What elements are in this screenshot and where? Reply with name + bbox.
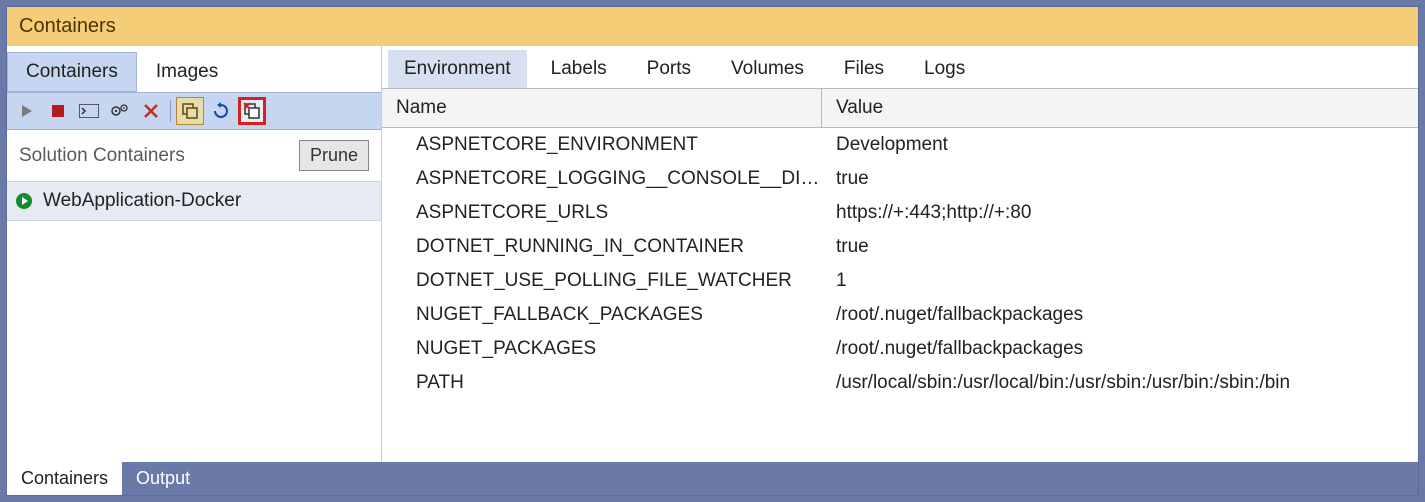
bottom-tab-strip: Containers Output <box>7 462 1418 495</box>
column-header-value[interactable]: Value <box>822 89 1418 127</box>
stop-icon <box>51 104 65 118</box>
env-value: /usr/local/sbin:/usr/local/bin:/usr/sbin… <box>822 372 1418 394</box>
refresh-icon <box>212 102 230 120</box>
tab-volumes[interactable]: Volumes <box>715 50 820 88</box>
tree-item-label: WebApplication-Docker <box>43 190 241 212</box>
env-name: NUGET_PACKAGES <box>382 338 822 360</box>
tab-files[interactable]: Files <box>828 50 900 88</box>
container-tree: WebApplication-Docker <box>7 181 381 462</box>
env-value: 1 <box>822 270 1418 292</box>
gears-icon <box>110 103 130 119</box>
table-row[interactable]: ASPNETCORE_URLShttps://+:443;http://+:80 <box>382 196 1418 230</box>
column-header-name[interactable]: Name <box>382 89 822 127</box>
tree-item-webapplication-docker[interactable]: WebApplication-Docker <box>7 181 381 221</box>
tab-containers[interactable]: Containers <box>7 52 137 92</box>
stack-icon <box>181 102 199 120</box>
env-value: /root/.nuget/fallbackpackages <box>822 338 1418 360</box>
env-name: ASPNETCORE_ENVIRONMENT <box>382 134 822 156</box>
section-title: Solution Containers <box>19 145 185 167</box>
env-name: DOTNET_USE_POLLING_FILE_WATCHER <box>382 270 822 292</box>
delete-button[interactable] <box>137 97 165 125</box>
containers-tool-window: Containers Containers Images <box>6 6 1419 496</box>
env-name: DOTNET_RUNNING_IN_CONTAINER <box>382 236 822 258</box>
env-value: true <box>822 168 1418 190</box>
table-body: ASPNETCORE_ENVIRONMENTDevelopment ASPNET… <box>382 128 1418 462</box>
section-header: Solution Containers Prune <box>7 130 381 181</box>
start-button[interactable] <box>13 97 41 125</box>
tab-labels[interactable]: Labels <box>535 50 623 88</box>
toolbar-separator <box>170 100 171 122</box>
running-icon <box>15 192 33 210</box>
stop-button[interactable] <box>44 97 72 125</box>
right-pane: Environment Labels Ports Volumes Files L… <box>382 46 1418 462</box>
table-row[interactable]: DOTNET_RUNNING_IN_CONTAINERtrue <box>382 230 1418 264</box>
table-row[interactable]: NUGET_PACKAGES/root/.nuget/fallbackpacka… <box>382 332 1418 366</box>
bottom-tab-containers[interactable]: Containers <box>7 462 122 495</box>
tab-ports[interactable]: Ports <box>631 50 707 88</box>
table-row[interactable]: ASPNETCORE_LOGGING__CONSOLE__DISA...true <box>382 162 1418 196</box>
play-icon <box>19 103 35 119</box>
prune-button[interactable] <box>238 97 266 125</box>
tab-environment[interactable]: Environment <box>388 50 527 88</box>
tab-logs[interactable]: Logs <box>908 50 981 88</box>
bottom-tab-output[interactable]: Output <box>122 462 204 495</box>
refresh-button[interactable] <box>207 97 235 125</box>
env-name: ASPNETCORE_LOGGING__CONSOLE__DISA... <box>382 168 822 190</box>
prune-tooltip: Prune <box>299 140 369 171</box>
env-value: /root/.nuget/fallbackpackages <box>822 304 1418 326</box>
show-solution-containers-button[interactable] <box>176 97 204 125</box>
terminal-button[interactable] <box>75 97 103 125</box>
left-tab-strip: Containers Images <box>7 46 381 92</box>
tab-images[interactable]: Images <box>137 52 237 92</box>
window-title: Containers <box>7 7 1418 46</box>
table-row[interactable]: NUGET_FALLBACK_PACKAGES/root/.nuget/fall… <box>382 298 1418 332</box>
detail-tab-strip: Environment Labels Ports Volumes Files L… <box>382 46 1418 88</box>
container-toolbar <box>7 92 381 130</box>
table-header: Name Value <box>382 88 1418 128</box>
table-row[interactable]: PATH/usr/local/sbin:/usr/local/bin:/usr/… <box>382 366 1418 400</box>
env-name: PATH <box>382 372 822 394</box>
terminal-icon <box>79 104 99 118</box>
env-value: true <box>822 236 1418 258</box>
table-row[interactable]: DOTNET_USE_POLLING_FILE_WATCHER1 <box>382 264 1418 298</box>
settings-button[interactable] <box>106 97 134 125</box>
prune-icon <box>241 100 263 122</box>
env-name: ASPNETCORE_URLS <box>382 202 822 224</box>
env-value: Development <box>822 134 1418 156</box>
x-icon <box>143 103 159 119</box>
env-name: NUGET_FALLBACK_PACKAGES <box>382 304 822 326</box>
window-body: Containers Images <box>7 46 1418 462</box>
env-value: https://+:443;http://+:80 <box>822 202 1418 224</box>
left-pane: Containers Images <box>7 46 382 462</box>
table-row[interactable]: ASPNETCORE_ENVIRONMENTDevelopment <box>382 128 1418 162</box>
